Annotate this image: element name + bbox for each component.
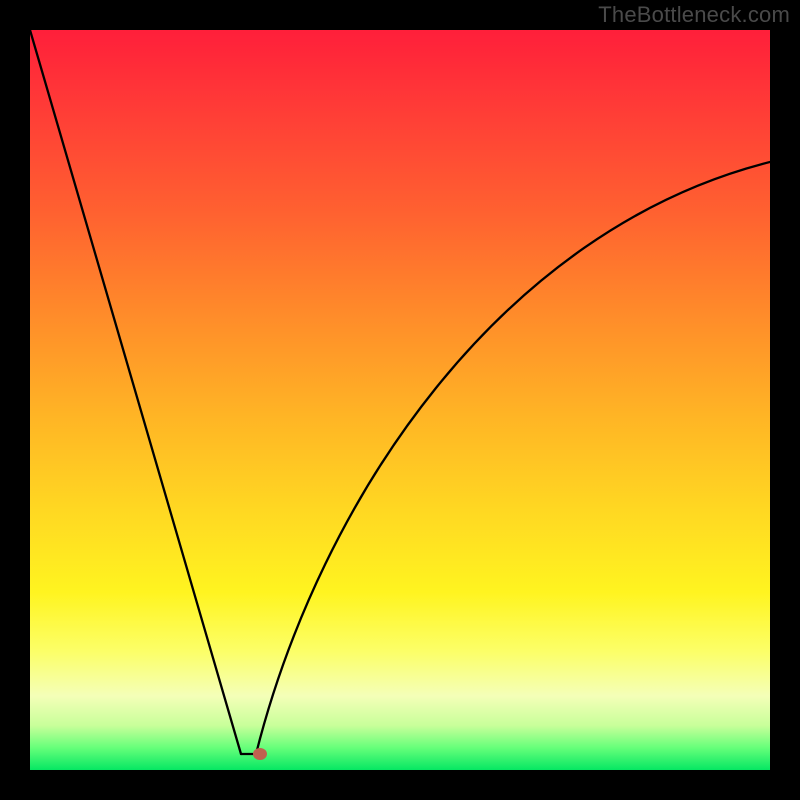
watermark-text: TheBottleneck.com <box>598 2 790 28</box>
curve-right-segment <box>256 162 770 754</box>
chart-frame: TheBottleneck.com <box>0 0 800 800</box>
bottleneck-curve <box>30 30 770 770</box>
curve-left-segment <box>30 30 241 754</box>
plot-area <box>30 30 770 770</box>
min-marker-dot <box>253 748 267 760</box>
